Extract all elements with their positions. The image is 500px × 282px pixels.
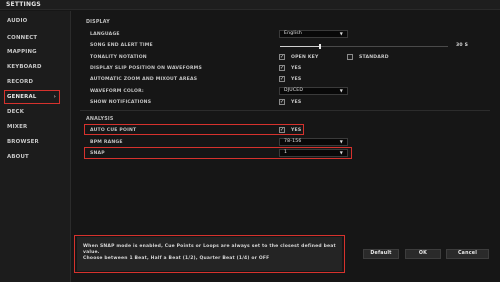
slip-position-checkbox[interactable]: ✓ [279,65,285,71]
bpm-range-label: BPM RANGE [90,140,123,145]
sidebar-item-connect[interactable]: CONNECT [0,31,70,45]
bpm-range-value: 78-156 [284,139,302,144]
display-section-title: DISPLAY [86,20,110,25]
waveform-color-dropdown[interactable]: DJUCED ▼ [279,87,348,95]
sidebar-item-record[interactable]: RECORD [0,75,70,89]
sidebar-item-label: KEYBOARD [7,64,42,70]
auto-cue-value: YES [291,128,302,133]
auto-zoom-value: YES [291,77,302,82]
slider-thumb[interactable] [319,44,321,49]
default-button[interactable]: Default [363,249,399,259]
sidebar-item-browser[interactable]: BROWSER [0,135,70,149]
sidebar-item-label: RECORD [7,79,34,85]
open-key-label: OPEN KEY [291,55,319,60]
chevron-down-icon: ▼ [339,139,343,144]
sidebar-item-keyboard[interactable]: KEYBOARD [0,60,70,74]
sidebar-item-label: MIXER [7,124,28,130]
settings-sidebar: AUDIO CONNECT MAPPING KEYBOARD RECORD GE… [0,11,71,282]
check-icon: ✓ [280,54,285,60]
check-icon: ✓ [280,127,285,133]
slip-position-label: DISPLAY SLIP POSITION ON WAVEFORMS [90,66,202,71]
bpm-range-dropdown[interactable]: 78-156 ▼ [279,138,348,146]
check-icon: ✓ [280,99,285,105]
standard-label: STANDARD [359,55,389,60]
auto-zoom-checkbox[interactable]: ✓ [279,76,285,82]
sidebar-item-label: AUDIO [7,18,28,24]
snap-label: SNAP [90,151,105,156]
check-icon: ✓ [280,76,285,82]
tonality-label: TONALITY NOTATION [90,55,147,60]
language-value: English [284,31,302,36]
ok-button[interactable]: OK [405,249,441,259]
sidebar-item-audio[interactable]: AUDIO [0,14,70,28]
sidebar-item-about[interactable]: ABOUT [0,150,70,164]
language-dropdown[interactable]: English ▼ [279,30,348,38]
section-divider [80,110,490,111]
sidebar-item-deck[interactable]: DECK [0,105,70,119]
sidebar-item-label: CONNECT [7,35,38,41]
chevron-down-icon: ▼ [339,150,343,155]
auto-cue-label: AUTO CUE POINT [90,128,137,133]
sidebar-item-label: MAPPING [7,49,37,55]
notifications-value: YES [291,100,302,105]
song-end-alert-slider-fill [280,46,320,47]
sidebar-item-label: DECK [7,109,25,115]
standard-checkbox[interactable] [347,54,353,60]
song-end-alert-value: 30 S [456,43,469,48]
sidebar-item-mixer[interactable]: MIXER [0,120,70,134]
song-end-alert-label: SONG END ALERT TIME [90,43,153,48]
sidebar-item-mapping[interactable]: MAPPING [0,45,70,59]
slip-position-value: YES [291,66,302,71]
waveform-color-value: DJUCED [284,88,304,93]
cancel-button[interactable]: Cancel [446,249,489,259]
snap-value: 1 [284,150,288,155]
language-label: LANGUAGE [90,32,120,37]
general-highlight-box [4,90,60,104]
chevron-down-icon: ▼ [339,88,343,93]
info-highlight-box [74,235,345,273]
chevron-down-icon: ▼ [339,31,343,36]
snap-dropdown[interactable]: 1 ▼ [279,149,348,157]
waveform-color-label: WAVEFORM COLOR: [90,89,144,94]
analysis-section-title: ANALYSIS [86,117,114,122]
open-key-checkbox[interactable]: ✓ [279,54,285,60]
sidebar-item-label: BROWSER [7,139,39,145]
check-icon: ✓ [280,65,285,71]
sidebar-item-label: ABOUT [7,154,29,160]
auto-zoom-label: AUTOMATIC ZOOM AND MIXOUT AREAS [90,77,198,82]
window-title: SETTINGS [0,0,500,10]
notifications-checkbox[interactable]: ✓ [279,99,285,105]
auto-cue-checkbox[interactable]: ✓ [279,127,285,133]
notifications-label: SHOW NOTIFICATIONS [90,100,152,105]
